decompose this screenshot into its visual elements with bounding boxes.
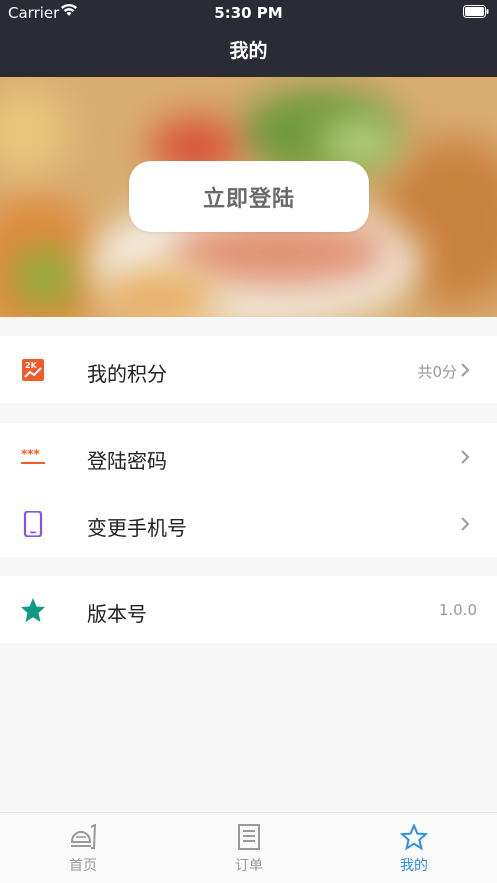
chevron-right-icon bbox=[461, 517, 470, 531]
menu-item-label: 我的积分 bbox=[87, 362, 167, 386]
version-value: 1.0.0 bbox=[438, 601, 477, 619]
menu-item-password[interactable]: *** 登陆密码 bbox=[0, 423, 497, 490]
tab-mine[interactable]: 我的 bbox=[331, 813, 497, 883]
menu-item-label: 版本号 bbox=[87, 602, 147, 626]
menu-item-version: 版本号 1.0.0 bbox=[0, 576, 497, 643]
profile-screen: Carrier 5:30 PM 我的 立即登陆 2K 我的积分 共0分 *** … bbox=[0, 0, 497, 883]
menu-item-points[interactable]: 2K 我的积分 共0分 bbox=[0, 336, 497, 403]
battery-icon bbox=[463, 5, 489, 18]
tab-label: 首页 bbox=[69, 858, 97, 874]
tab-bar: 首页 订单 我的 bbox=[0, 812, 497, 883]
svg-text:2K: 2K bbox=[25, 361, 38, 370]
home-food-icon bbox=[71, 824, 97, 849]
chevron-right-icon bbox=[461, 450, 470, 464]
star-outline-icon bbox=[400, 824, 428, 850]
order-list-icon bbox=[238, 824, 260, 850]
points-icon: 2K bbox=[22, 359, 44, 381]
status-time: 5:30 PM bbox=[214, 4, 283, 22]
menu-item-change-phone[interactable]: 变更手机号 bbox=[0, 490, 497, 557]
about-section: 版本号 1.0.0 bbox=[0, 576, 497, 643]
menu-item-label: 登陆密码 bbox=[87, 449, 167, 473]
points-value: 共0分 bbox=[417, 363, 457, 381]
svg-text:***: *** bbox=[21, 447, 41, 461]
tab-label: 我的 bbox=[400, 858, 428, 874]
tab-home[interactable]: 首页 bbox=[0, 813, 166, 883]
tab-orders[interactable]: 订单 bbox=[166, 813, 332, 883]
page-title: 我的 bbox=[229, 40, 268, 62]
account-section: *** 登陆密码 变更手机号 bbox=[0, 423, 497, 557]
menu-item-label: 变更手机号 bbox=[87, 516, 187, 540]
phone-icon bbox=[23, 511, 43, 537]
navigation-bar: Carrier 5:30 PM 我的 bbox=[0, 0, 497, 77]
password-icon: *** bbox=[21, 447, 45, 464]
status-bar: Carrier 5:30 PM bbox=[0, 0, 497, 26]
login-button[interactable]: 立即登陆 bbox=[129, 161, 369, 232]
profile-banner: 立即登陆 bbox=[0, 77, 497, 317]
chevron-right-icon bbox=[461, 363, 470, 377]
star-icon bbox=[21, 598, 45, 622]
tab-label: 订单 bbox=[235, 858, 263, 874]
points-section: 2K 我的积分 共0分 bbox=[0, 336, 497, 403]
